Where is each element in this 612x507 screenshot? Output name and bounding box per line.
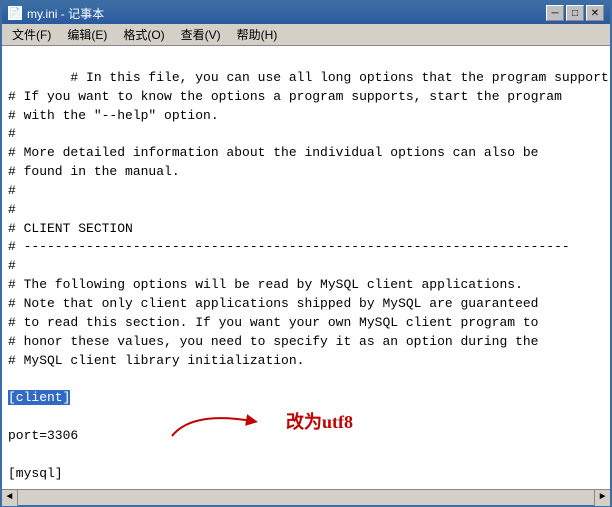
menu-format[interactable]: 格式(O) bbox=[115, 24, 172, 45]
menu-bar: 文件(F) 编辑(E) 格式(O) 查看(V) 帮助(H) bbox=[2, 24, 610, 46]
app-icon: 📄 bbox=[8, 6, 22, 20]
main-content: # In this file, you can use all long opt… bbox=[2, 46, 610, 489]
window-title: my.ini - 记事本 bbox=[27, 5, 104, 22]
close-button[interactable]: ✕ bbox=[586, 5, 604, 21]
arrow-svg bbox=[162, 401, 282, 441]
notepad-window: 📄 my.ini - 记事本 ─ □ ✕ 文件(F) 编辑(E) 格式(O) 查… bbox=[0, 0, 612, 507]
title-bar: 📄 my.ini - 记事本 ─ □ ✕ bbox=[2, 2, 610, 24]
client-highlight: [client] bbox=[8, 390, 70, 405]
menu-help[interactable]: 帮助(H) bbox=[229, 24, 286, 45]
title-bar-left: 📄 my.ini - 记事本 bbox=[8, 5, 104, 22]
h-scroll-track[interactable] bbox=[18, 490, 594, 505]
title-buttons: ─ □ ✕ bbox=[546, 5, 604, 21]
maximize-button[interactable]: □ bbox=[566, 5, 584, 21]
bottom-scrollbar[interactable]: ◄ ► bbox=[2, 489, 610, 505]
menu-view[interactable]: 查看(V) bbox=[173, 24, 229, 45]
text-editor[interactable]: # In this file, you can use all long opt… bbox=[2, 46, 610, 489]
annotation-container: 改为utf8 bbox=[162, 401, 353, 441]
scroll-left-btn[interactable]: ◄ bbox=[2, 490, 18, 506]
menu-edit[interactable]: 编辑(E) bbox=[59, 24, 115, 45]
menu-file[interactable]: 文件(F) bbox=[4, 24, 59, 45]
annotation-text: 改为utf8 bbox=[286, 408, 353, 434]
minimize-button[interactable]: ─ bbox=[546, 5, 564, 21]
scroll-right-btn[interactable]: ► bbox=[594, 490, 610, 506]
